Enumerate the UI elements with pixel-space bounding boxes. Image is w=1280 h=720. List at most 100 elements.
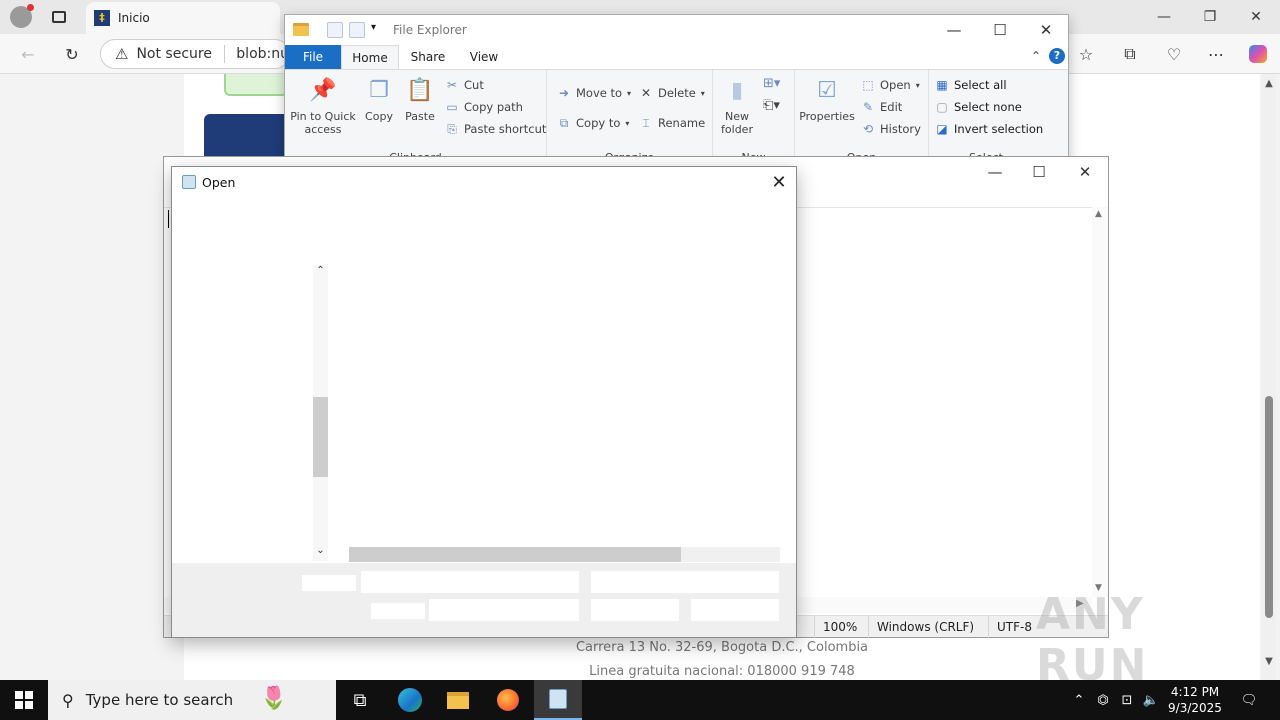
- file-name-input[interactable]: [361, 571, 579, 593]
- tab-actions-button[interactable]: [52, 4, 66, 30]
- refresh-button[interactable]: ↻: [58, 42, 86, 66]
- properties-qa-icon[interactable]: [327, 22, 343, 38]
- page-scrollbar[interactable]: ▲ ▼: [1262, 74, 1276, 680]
- tray-device-button[interactable]: ⏣: [1092, 680, 1114, 720]
- task-view-button[interactable]: ⧉: [336, 680, 384, 720]
- open-dialog-close-button[interactable]: ✕: [764, 167, 794, 197]
- select-none-button[interactable]: ▢ Select none: [935, 100, 1022, 114]
- tab-home[interactable]: Home: [341, 45, 399, 69]
- scroll-up-icon[interactable]: ▲: [1262, 78, 1276, 89]
- delete-button[interactable]: ✕ Delete ▾: [639, 86, 705, 100]
- new-item-icon[interactable]: ⊞▾: [763, 76, 780, 91]
- notepad-taskbar-button[interactable]: [534, 680, 582, 720]
- cut-button[interactable]: ✂ Cut: [445, 78, 484, 92]
- taskbar-search[interactable]: ⚲ Type here to search 🌷: [48, 680, 336, 720]
- collapse-ribbon-icon[interactable]: ⌃: [1031, 49, 1041, 63]
- search-placeholder: Type here to search: [85, 691, 234, 709]
- tab-view[interactable]: View: [457, 45, 511, 69]
- notifications-button[interactable]: 🗨: [1234, 680, 1264, 720]
- volume-button[interactable]: 🔈: [1140, 680, 1162, 720]
- move-to-button[interactable]: ➜ Move to ▾: [557, 86, 631, 100]
- encoding-select[interactable]: [429, 599, 579, 621]
- tab-share[interactable]: Share: [401, 45, 455, 69]
- new-group: ▮ New folder ⊞▾ ⎗▾ New: [713, 70, 795, 166]
- paste-shortcut-icon: ⎘: [447, 121, 457, 136]
- fe-minimize-button[interactable]: —: [931, 15, 977, 45]
- favorites-button[interactable]: ☆: [1072, 42, 1100, 66]
- cancel-button[interactable]: [691, 599, 779, 621]
- firefox-taskbar-button[interactable]: [484, 680, 532, 720]
- new-folder-qa-icon[interactable]: [349, 22, 365, 38]
- collections-icon: ⧉: [1124, 44, 1136, 63]
- security-label: Not secure: [136, 46, 212, 62]
- performance-button[interactable]: ♡: [1160, 42, 1188, 66]
- browser-restore-button[interactable]: ❐: [1190, 6, 1230, 28]
- navigation-pane-scrollbar[interactable]: ⌃ ⌄: [313, 265, 328, 561]
- copy-path-button[interactable]: ▭ Copy path: [445, 100, 523, 114]
- fe-maximize-button[interactable]: ☐: [977, 15, 1023, 45]
- copy-path-icon: ▭: [446, 100, 458, 114]
- file-type-select[interactable]: [591, 571, 779, 593]
- chevron-down-icon[interactable]: ⌄: [313, 545, 328, 556]
- browser-close-button[interactable]: ✕: [1236, 6, 1276, 28]
- open-group: ☑ Properties ⬚ Open ▾ ✎ Edit ⟲ History O…: [795, 70, 929, 166]
- notepad-vscroll[interactable]: ▲ ▼: [1092, 207, 1108, 597]
- show-hidden-icons-button[interactable]: ⌃: [1068, 680, 1090, 720]
- restore-icon: ❐: [1203, 9, 1217, 25]
- browser-minimize-button[interactable]: —: [1144, 6, 1184, 28]
- fe-close-button[interactable]: ✕: [1023, 15, 1069, 45]
- invert-selection-label: Invert selection: [954, 122, 1044, 136]
- navigation-pane-scroll-thumb[interactable]: [313, 397, 328, 477]
- network-button[interactable]: ⊡: [1116, 680, 1138, 720]
- file-explorer-taskbar-button[interactable]: [434, 680, 482, 720]
- page-green-button[interactable]: [224, 74, 288, 96]
- tab-inicio[interactable]: ‡ Inicio: [86, 2, 280, 34]
- search-highlight-icon: 🌷: [260, 686, 288, 711]
- maximize-icon: ☐: [1032, 163, 1046, 181]
- paste-button[interactable]: 📋 Paste: [401, 74, 439, 123]
- notepad-icon: [549, 689, 567, 709]
- ribbon-tabs: File Home Share View ⌃ ?: [285, 45, 1068, 69]
- paste-shortcut-label: Paste shortcut: [464, 122, 547, 136]
- file-list-hscroll[interactable]: [349, 547, 780, 562]
- chevron-up-icon: ⌃: [1073, 692, 1085, 708]
- collections-button[interactable]: ⧉: [1116, 42, 1144, 66]
- taskbar-clock[interactable]: 4:12 PM 9/3/2025: [1160, 680, 1230, 720]
- scroll-up-icon[interactable]: ▲: [1095, 209, 1102, 219]
- history-button[interactable]: ⟲ History: [861, 122, 921, 136]
- np-close-button[interactable]: ✕: [1062, 157, 1108, 187]
- paste-shortcut-button[interactable]: ⎘ Paste shortcut: [445, 121, 547, 137]
- copilot-button[interactable]: [1244, 42, 1272, 66]
- new-folder-button[interactable]: ▮ New folder: [717, 74, 757, 136]
- profile-avatar[interactable]: [10, 4, 34, 30]
- settings-menu-button[interactable]: ⋯: [1202, 42, 1230, 66]
- np-minimize-button[interactable]: —: [972, 157, 1018, 187]
- page-scrollbar-thumb[interactable]: [1265, 396, 1273, 618]
- rename-label: Rename: [658, 116, 706, 130]
- edge-taskbar-button[interactable]: [386, 680, 434, 720]
- help-icon[interactable]: ?: [1049, 48, 1065, 64]
- open-button[interactable]: [591, 599, 679, 621]
- copy-to-button[interactable]: ⧉ Copy to ▾: [557, 116, 630, 131]
- pin-quick-access-button[interactable]: 📌 Pin to Quick access: [289, 74, 357, 136]
- easy-access-icon[interactable]: ⎗▾: [763, 98, 780, 113]
- select-all-button[interactable]: ▦ Select all: [935, 78, 1006, 92]
- tab-file[interactable]: File: [285, 45, 341, 69]
- open-button[interactable]: ⬚ Open ▾: [861, 78, 919, 92]
- start-button[interactable]: [0, 680, 48, 720]
- address-bar[interactable]: ⚠ Not secure blob:nu: [100, 39, 290, 69]
- invert-selection-button[interactable]: ◪ Invert selection: [935, 122, 1043, 136]
- edit-button[interactable]: ✎ Edit: [861, 100, 902, 114]
- chevron-down-icon: ▾: [625, 118, 630, 128]
- chevron-up-icon[interactable]: ⌃: [313, 265, 328, 276]
- rename-button[interactable]: ⌶ Rename: [639, 116, 706, 131]
- scroll-down-icon[interactable]: ▼: [1262, 656, 1276, 667]
- copy-button[interactable]: ❐ Copy: [361, 74, 397, 123]
- file-name-label-placeholder: [302, 575, 356, 591]
- file-list-hscroll-thumb[interactable]: [349, 547, 681, 562]
- qa-dropdown-icon[interactable]: ▾: [371, 22, 376, 33]
- close-icon: ✕: [771, 171, 787, 193]
- np-maximize-button[interactable]: ☐: [1016, 157, 1062, 187]
- properties-button[interactable]: ☑ Properties: [799, 74, 855, 123]
- back-button[interactable]: ←: [14, 42, 42, 66]
